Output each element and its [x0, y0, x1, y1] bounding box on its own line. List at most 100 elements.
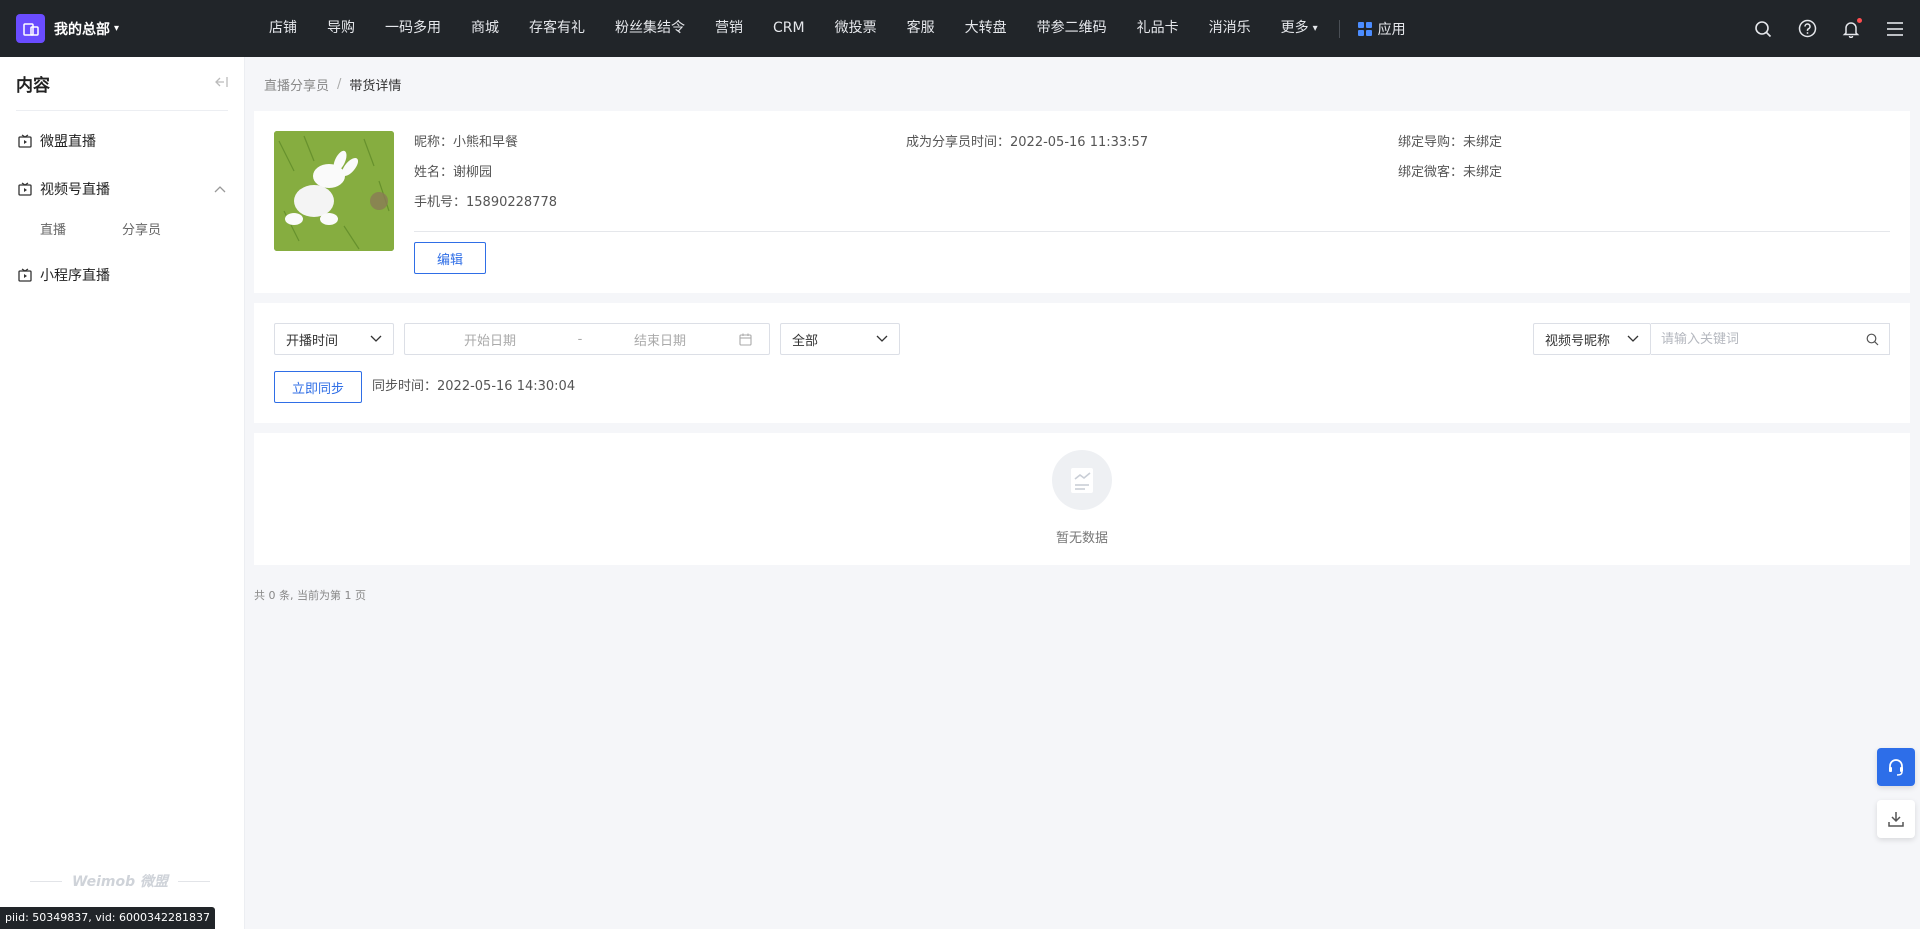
- collapse-sidebar-icon[interactable]: [214, 76, 228, 92]
- live-icon: [18, 134, 32, 148]
- sidebar-subitem-sharer[interactable]: 分享员: [122, 219, 204, 238]
- chevron-up-icon: [214, 181, 226, 197]
- nickname-value: 小熊和早餐: [453, 135, 519, 150]
- guide-label: 绑定导购：: [1398, 135, 1464, 150]
- customer-row: 绑定微客：未绑定: [1398, 158, 1502, 188]
- end-date-input[interactable]: 结束日期: [585, 330, 735, 349]
- keyword-search-box: [1651, 323, 1890, 355]
- search-field-select[interactable]: 视频号昵称: [1533, 323, 1651, 355]
- name-label: 姓名：: [414, 165, 454, 180]
- main-content: 直播分享员 / 带货详情 昵称：小熊和早餐 姓名：谢柳园 手机号：1589022…: [254, 57, 1910, 603]
- search-field-value: 视频号昵称: [1545, 333, 1611, 349]
- nav-item-giftcard[interactable]: 礼品卡: [1122, 0, 1194, 57]
- breadcrumb-separator: /: [337, 76, 342, 92]
- nickname-label: 昵称：: [414, 135, 454, 150]
- brand-switcher[interactable]: 我的总部 ▾: [0, 14, 250, 43]
- sidebar-item-label: 微盟直播: [40, 134, 96, 150]
- sync-time-label: 同步时间：: [372, 379, 438, 394]
- nav-item-wheel[interactable]: 大转盘: [950, 0, 1022, 57]
- sidebar-item-channels-live[interactable]: 视频号直播: [0, 165, 244, 213]
- nav-item-guide[interactable]: 导购: [312, 0, 370, 57]
- menu-icon[interactable]: [1884, 18, 1906, 40]
- sync-now-button[interactable]: 立即同步: [274, 371, 362, 403]
- nav-item-fans[interactable]: 粉丝集结令: [600, 0, 700, 57]
- data-list-card: 暂无数据: [254, 433, 1910, 565]
- avatar: [274, 131, 394, 251]
- nav-item-service[interactable]: 客服: [892, 0, 950, 57]
- nav-item-vote[interactable]: 微投票: [820, 0, 892, 57]
- calendar-icon: [739, 333, 752, 346]
- start-date-input[interactable]: 开始日期: [405, 330, 575, 349]
- keyword-search-input[interactable]: [1661, 331, 1866, 347]
- range-separator: -: [577, 331, 583, 347]
- customer-service-button[interactable]: [1877, 748, 1915, 786]
- empty-text: 暂无数据: [1055, 531, 1108, 546]
- nav-item-crm[interactable]: CRM: [758, 0, 820, 57]
- caret-down-icon: ▾: [1312, 23, 1318, 34]
- date-range-picker[interactable]: 开始日期 - 结束日期: [404, 323, 770, 355]
- time-type-select[interactable]: 开播时间: [274, 323, 394, 355]
- guide-value: 未绑定: [1463, 135, 1503, 150]
- bell-icon[interactable]: [1840, 17, 1862, 40]
- edit-button[interactable]: 编辑: [414, 242, 486, 274]
- brand-name: 我的总部: [54, 21, 110, 38]
- breadcrumb-current: 带货详情: [349, 78, 402, 94]
- nav-divider: [1338, 19, 1340, 38]
- nav-item-qrcode[interactable]: 带参二维码: [1022, 0, 1122, 57]
- live-icon: [18, 268, 32, 282]
- search-icon[interactable]: [1752, 18, 1774, 40]
- joined-value: 2022-05-16 11:33:57: [1010, 135, 1149, 150]
- customer-label: 绑定微客：: [1398, 165, 1464, 180]
- main-nav: 店铺 导购 一码多用 商城 存客有礼 粉丝集结令 营销 CRM 微投票 客服 大…: [254, 0, 1416, 57]
- nav-item-store[interactable]: 店铺: [254, 0, 312, 57]
- joined-row: 成为分享员时间：2022-05-16 11:33:57: [906, 128, 1148, 158]
- chevron-down-icon: [1627, 335, 1639, 343]
- sidebar-item-weimob-live[interactable]: 微盟直播: [0, 117, 244, 165]
- nav-item-match[interactable]: 消消乐: [1194, 0, 1266, 57]
- top-actions: [1741, 0, 1920, 57]
- nav-app[interactable]: 应用: [1348, 19, 1416, 39]
- profile-info-left: 昵称：小熊和早餐 姓名：谢柳园 手机号：15890228778: [414, 128, 557, 218]
- sidebar-item-label: 视频号直播: [40, 182, 110, 198]
- sidebar-header: 内容: [16, 57, 228, 111]
- joined-label: 成为分享员时间：: [906, 135, 1011, 150]
- download-button[interactable]: [1877, 800, 1915, 838]
- nav-item-marketing[interactable]: 营销: [700, 0, 758, 57]
- nav-item-gift[interactable]: 存客有礼: [514, 0, 600, 57]
- caret-down-icon: ▾: [114, 23, 120, 34]
- nav-item-mall[interactable]: 商城: [456, 0, 514, 57]
- sidebar-subitem-live[interactable]: 直播: [40, 219, 122, 238]
- sidebar-item-miniprogram-live[interactable]: 小程序直播: [0, 251, 244, 299]
- help-icon[interactable]: [1796, 18, 1818, 40]
- breadcrumb-parent[interactable]: 直播分享员: [264, 75, 329, 94]
- sidebar-item-label: 小程序直播: [40, 268, 110, 284]
- headset-icon: [1886, 757, 1906, 777]
- apps-icon: [1357, 21, 1372, 36]
- customer-value: 未绑定: [1463, 165, 1503, 180]
- name-value: 谢柳园: [453, 165, 493, 180]
- profile-info-middle: 成为分享员时间：2022-05-16 11:33:57: [906, 128, 1148, 158]
- sidebar: 内容 微盟直播 视频号直播 直播 分享员 小程序直播 Weimob 微盟: [0, 57, 245, 929]
- search-icon[interactable]: [1866, 333, 1879, 346]
- guide-row: 绑定导购：未绑定: [1398, 128, 1502, 158]
- sidebar-subitems: 直播 分享员: [0, 213, 244, 243]
- breadcrumb: 直播分享员 / 带货详情: [254, 57, 1910, 111]
- chevron-down-icon: [876, 335, 888, 343]
- chevron-down-icon: [370, 335, 382, 343]
- phone-value: 15890228778: [466, 195, 557, 210]
- sidebar-title: 内容: [16, 76, 50, 96]
- sharer-profile-card: 昵称：小熊和早餐 姓名：谢柳园 手机号：15890228778 成为分享员时间：…: [254, 111, 1910, 293]
- sidebar-footer-logo: Weimob 微盟: [30, 871, 211, 891]
- nav-more[interactable]: 更多 ▾: [1266, 0, 1333, 57]
- store-icon: [16, 14, 45, 43]
- footer-line: [30, 880, 63, 882]
- sync-time-value: 2022-05-16 14:30:04: [437, 379, 576, 394]
- top-navbar: 我的总部 ▾ 店铺 导购 一码多用 商城 存客有礼 粉丝集结令 营销 CRM 微…: [0, 0, 1920, 57]
- footer-line: [177, 880, 211, 882]
- nav-item-multicode[interactable]: 一码多用: [370, 0, 456, 57]
- filter-card: 开播时间 开始日期 - 结束日期 全部 视频号昵称 立即同步 同步时间：: [254, 303, 1910, 423]
- phone-row: 手机号：15890228778: [414, 188, 557, 218]
- name-row: 姓名：谢柳园: [414, 158, 557, 188]
- status-select[interactable]: 全部: [780, 323, 900, 355]
- weimob-logo: Weimob 微盟: [72, 874, 168, 890]
